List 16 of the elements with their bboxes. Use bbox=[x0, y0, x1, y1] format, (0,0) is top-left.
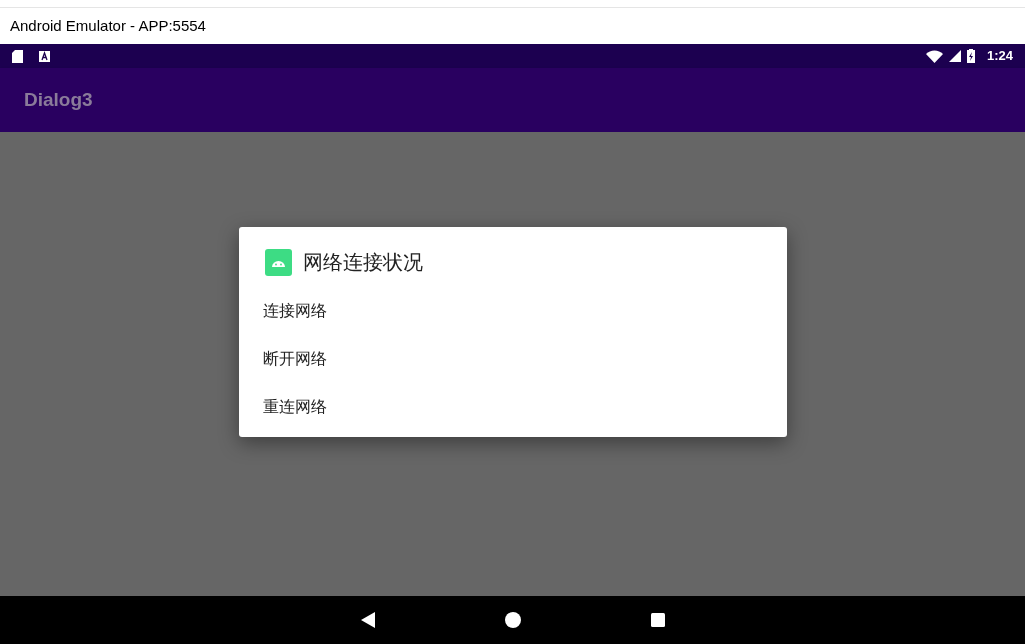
android-app-icon bbox=[264, 248, 292, 276]
status-time: 1:24 bbox=[986, 47, 1013, 66]
dialog-list-item[interactable]: 重连网络 bbox=[238, 383, 787, 431]
battery-icon bbox=[966, 49, 975, 63]
sd-card-icon bbox=[12, 49, 23, 63]
dialog-list-item[interactable]: 连接网络 bbox=[238, 287, 787, 335]
home-icon[interactable] bbox=[504, 612, 521, 628]
overview-icon[interactable] bbox=[650, 613, 665, 627]
back-icon[interactable] bbox=[360, 612, 375, 628]
wifi-icon bbox=[925, 49, 943, 63]
signal-icon bbox=[948, 50, 961, 62]
dialog-list-item[interactable]: 断开网络 bbox=[238, 335, 787, 383]
dialog-title: 网络连接状况 bbox=[302, 250, 423, 275]
app-title: Dialog3 bbox=[24, 87, 93, 112]
window-title: Android Emulator - APP:5554 bbox=[10, 15, 206, 36]
notification-icon bbox=[39, 50, 50, 62]
